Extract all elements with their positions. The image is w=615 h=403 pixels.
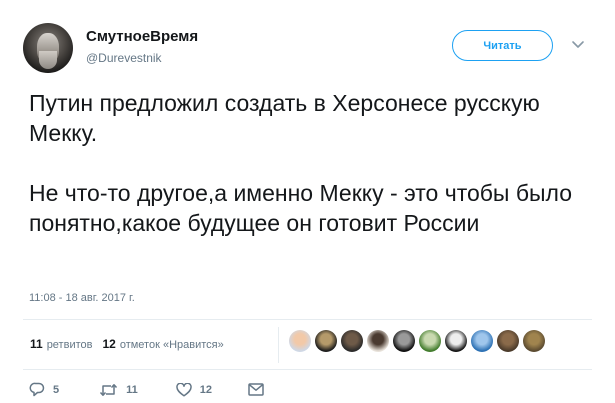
avatar-beard (39, 51, 57, 69)
direct-message-button[interactable] (248, 383, 264, 396)
likes-stat[interactable]: 12 отметок «Нравится» (102, 337, 223, 351)
liker-avatar-5[interactable] (393, 330, 415, 352)
follow-button[interactable]: Читать (452, 30, 553, 61)
liker-avatar-6[interactable] (419, 330, 441, 352)
liker-avatar-10[interactable] (523, 330, 545, 352)
liker-avatar-9[interactable] (497, 330, 519, 352)
retweets-label: ретвитов (46, 339, 93, 351)
liker-avatar-7[interactable] (445, 330, 467, 352)
tweet-stats: 11 ретвитов 12 отметок «Нравится» (30, 337, 224, 351)
retweets-stat[interactable]: 11 ретвитов (30, 337, 92, 351)
like-button[interactable]: 12 (176, 382, 213, 397)
liker-avatar-2[interactable] (315, 330, 337, 352)
divider (23, 319, 592, 320)
reply-button[interactable]: 5 (29, 382, 59, 397)
tweet-text: Путин предложил создать в Херсонесе русс… (29, 88, 589, 238)
retweet-count: 11 (126, 383, 138, 396)
likes-count: 12 (102, 337, 116, 351)
liker-avatar-3[interactable] (341, 330, 363, 352)
chevron-down-icon[interactable] (571, 40, 585, 50)
author-display-name[interactable]: СмутноеВремя (86, 28, 198, 45)
divider (23, 369, 592, 370)
tweet-timestamp[interactable]: 11:08 - 18 авг. 2017 г. (29, 292, 135, 304)
like-count: 12 (199, 383, 213, 396)
reply-icon (29, 382, 45, 397)
likes-label: отметок «Нравится» (119, 339, 224, 351)
tweet-actions: 5 11 12 (29, 382, 264, 397)
envelope-icon (248, 383, 264, 396)
retweets-count: 11 (30, 337, 43, 351)
liker-avatars (289, 330, 549, 352)
retweet-icon (100, 383, 118, 396)
retweet-button[interactable]: 11 (99, 383, 138, 397)
tweet-paragraph: Путин предложил создать в Херсонесе русс… (29, 90, 540, 146)
liker-avatar-4[interactable] (367, 330, 389, 352)
heart-icon (176, 382, 192, 397)
tweet-paragraph: Не что-то другое,а именно Мекку - это чт… (29, 180, 573, 236)
liker-avatar-1[interactable] (289, 330, 311, 352)
reply-count: 5 (53, 383, 60, 396)
author-handle[interactable]: @Durevestnik (86, 51, 162, 65)
author-avatar[interactable] (23, 23, 73, 73)
stats-separator (278, 327, 279, 363)
liker-avatar-8[interactable] (471, 330, 493, 352)
tweet-card: СмутноеВремя @Durevestnik Читать Путин п… (0, 0, 615, 403)
